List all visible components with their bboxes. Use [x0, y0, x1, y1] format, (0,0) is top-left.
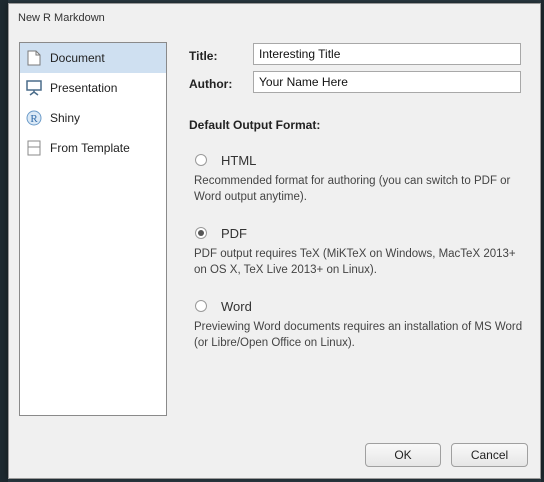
template-icon [26, 140, 42, 156]
ok-button[interactable]: OK [365, 443, 441, 467]
shiny-r-icon: R [26, 110, 42, 126]
title-row: Title: [189, 42, 528, 70]
pdf-description: PDF output requires TeX (MiKTeX on Windo… [194, 248, 516, 276]
output-format-heading: Default Output Format: [189, 118, 321, 132]
background-editor-left [0, 0, 8, 482]
title-label: Title: [189, 49, 218, 63]
sidebar-item-label: Document [50, 51, 105, 65]
author-label: Author: [189, 77, 233, 91]
pdf-label[interactable]: PDF [221, 226, 247, 241]
pdf-radio[interactable] [195, 227, 207, 239]
format-option-word: Word Previewing Word documents requires … [189, 297, 528, 351]
cancel-button[interactable]: Cancel [451, 443, 528, 467]
sidebar-item-from-template[interactable]: From Template [20, 133, 166, 163]
format-option-pdf: PDF PDF output requires TeX (MiKTeX on W… [189, 224, 528, 278]
word-description: Previewing Word documents requires an in… [194, 321, 523, 349]
html-label[interactable]: HTML [221, 153, 256, 168]
sidebar-item-label: Shiny [50, 111, 81, 125]
author-row: Author: [189, 70, 528, 98]
svg-text:R: R [30, 113, 38, 125]
word-radio[interactable] [195, 300, 207, 312]
dialog-title: New R Markdown [18, 12, 105, 24]
sidebar-item-label: Presentation [50, 81, 118, 95]
format-option-html: HTML Recommended format for authoring (y… [189, 151, 528, 205]
html-radio[interactable] [195, 154, 207, 166]
new-r-markdown-dialog: New R Markdown Document Presentation R S… [8, 3, 541, 479]
author-input[interactable] [253, 71, 521, 93]
sidebar-item-presentation[interactable]: Presentation [20, 73, 166, 103]
sidebar-item-document[interactable]: Document [20, 43, 166, 73]
document-type-list: Document Presentation R Shiny From Templ… [19, 42, 167, 416]
html-description: Recommended format for authoring (you ca… [194, 175, 511, 203]
word-label[interactable]: Word [221, 299, 252, 314]
document-icon [26, 50, 42, 66]
presentation-icon [26, 80, 42, 96]
sidebar-item-label: From Template [50, 141, 130, 155]
title-input[interactable] [253, 43, 521, 65]
sidebar-item-shiny[interactable]: R Shiny [20, 103, 166, 133]
document-options: Title: Author: Default Output Format: HT… [189, 42, 528, 351]
